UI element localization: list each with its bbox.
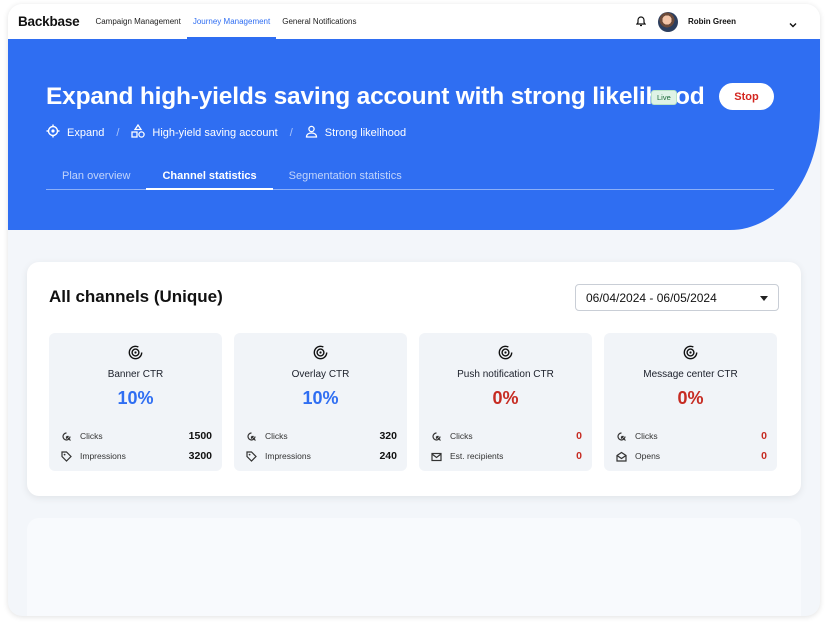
stat-card-overlay: Overlay CTR 10% Clicks 320 Impressions 2…: [234, 333, 407, 471]
tab-segmentation-statistics[interactable]: Segmentation statistics: [273, 163, 418, 190]
stat-row: Clicks 1500: [61, 429, 212, 443]
stat-value: 0%: [677, 388, 704, 408]
radar-icon: [683, 345, 698, 360]
stat-row-value: 0: [576, 430, 582, 442]
stat-card-push-notification: Push notification CTR 0% Clicks 0 Est. r…: [419, 333, 592, 471]
stat-card-message-center: Message center CTR 0% Clicks 0 Opens 0: [604, 333, 777, 471]
stat-row: Est. recipients 0: [431, 449, 582, 463]
meta-separator: /: [289, 126, 293, 139]
envelope-open-icon: [616, 451, 627, 462]
radar-icon: [313, 345, 328, 360]
user-name[interactable]: Robin Green: [688, 17, 736, 26]
status-badge: Live: [651, 90, 677, 105]
click-icon: [247, 431, 256, 441]
meta-product-label: High-yield saving account: [152, 126, 278, 139]
stat-name: Message center CTR: [643, 369, 738, 380]
logo[interactable]: Backbase: [18, 14, 80, 29]
stat-value: 0%: [492, 388, 519, 408]
stat-row-value: 320: [379, 430, 397, 442]
secondary-card: [27, 518, 801, 616]
mail-icon: [431, 452, 442, 461]
nav-campaign-management[interactable]: Campaign Management: [89, 4, 186, 39]
main-nav: Campaign Management Journey Management G…: [89, 4, 362, 39]
radar-icon: [498, 345, 513, 360]
stat-row-value: 0: [576, 450, 582, 462]
user-area: Robin Green: [634, 4, 820, 39]
meta-separator: /: [116, 126, 120, 139]
avatar[interactable]: [657, 11, 678, 32]
target-icon: [46, 124, 67, 141]
meta-goal: Expand: [46, 124, 104, 141]
click-icon: [432, 431, 441, 441]
stat-row-label: Est. recipients: [450, 451, 504, 461]
stat-name: Overlay CTR: [291, 369, 350, 380]
stat-row: Clicks 320: [246, 429, 397, 443]
caret-down-icon: [760, 296, 768, 301]
stat-row: Clicks 0: [616, 429, 767, 443]
tag-icon: [61, 450, 72, 462]
stat-row-label: Impressions: [265, 451, 311, 461]
stat-card-banner: Banner CTR 10% Clicks 1500 Impressions 3…: [49, 333, 222, 471]
channels-card: All channels (Unique) 06/04/2024 - 06/05…: [27, 262, 801, 496]
bell-icon[interactable]: [634, 15, 648, 29]
tab-plan-overview[interactable]: Plan overview: [46, 163, 146, 190]
stat-row-label: Impressions: [80, 451, 126, 461]
nav-general-notifications[interactable]: General Notifications: [276, 4, 362, 39]
stat-row-label: Opens: [635, 451, 661, 461]
stat-name: Banner CTR: [107, 369, 164, 380]
person-icon: [305, 125, 325, 141]
journey-meta: Expand / High-yield saving account / Str…: [46, 123, 406, 141]
journey-header: Expand high-yields saving account with s…: [8, 39, 820, 230]
stat-value: 10%: [302, 388, 339, 408]
click-icon: [617, 431, 626, 441]
stat-row-value: 240: [379, 450, 397, 462]
radar-icon: [128, 345, 143, 360]
nav-journey-management[interactable]: Journey Management: [186, 4, 277, 39]
shapes-icon: [131, 123, 152, 141]
click-icon: [62, 431, 71, 441]
stat-row: Impressions 3200: [61, 449, 212, 463]
stat-row-label: Clicks: [635, 431, 658, 441]
stat-row: Impressions 240: [246, 449, 397, 463]
stat-row: Opens 0: [616, 449, 767, 463]
stat-value: 10%: [117, 388, 154, 408]
meta-goal-label: Expand: [67, 126, 105, 139]
stat-row: Clicks 0: [431, 429, 582, 443]
stat-row-value: 3200: [188, 450, 212, 462]
date-range-value: 06/04/2024 - 06/05/2024: [586, 290, 717, 305]
meta-likelihood: Strong likelihood: [305, 125, 406, 141]
date-range-select[interactable]: 06/04/2024 - 06/05/2024: [575, 284, 779, 311]
stat-row-value: 0: [761, 450, 767, 462]
stat-row-label: Clicks: [80, 431, 103, 441]
app-window: Backbase Campaign Management Journey Man…: [8, 4, 820, 616]
top-bar: Backbase Campaign Management Journey Man…: [8, 4, 820, 39]
meta-likelihood-label: Strong likelihood: [324, 126, 407, 139]
stats-row: Banner CTR 10% Clicks 1500 Impressions 3…: [49, 333, 777, 471]
stat-row-value: 0: [761, 430, 767, 442]
stat-name: Push notification CTR: [457, 369, 554, 380]
stat-row-label: Clicks: [265, 431, 288, 441]
page-title: Expand high-yields saving account with s…: [46, 83, 705, 110]
tab-channel-statistics[interactable]: Channel statistics: [146, 163, 273, 190]
meta-product: High-yield saving account: [131, 123, 278, 141]
stat-row-label: Clicks: [450, 431, 473, 441]
stop-button[interactable]: Stop: [719, 83, 774, 110]
journey-tabs: Plan overview Channel statistics Segment…: [46, 163, 774, 190]
chevron-down-icon[interactable]: [788, 17, 798, 27]
tag-icon: [246, 450, 257, 462]
stat-row-value: 1500: [188, 430, 212, 442]
card-title: All channels (Unique): [49, 287, 223, 306]
